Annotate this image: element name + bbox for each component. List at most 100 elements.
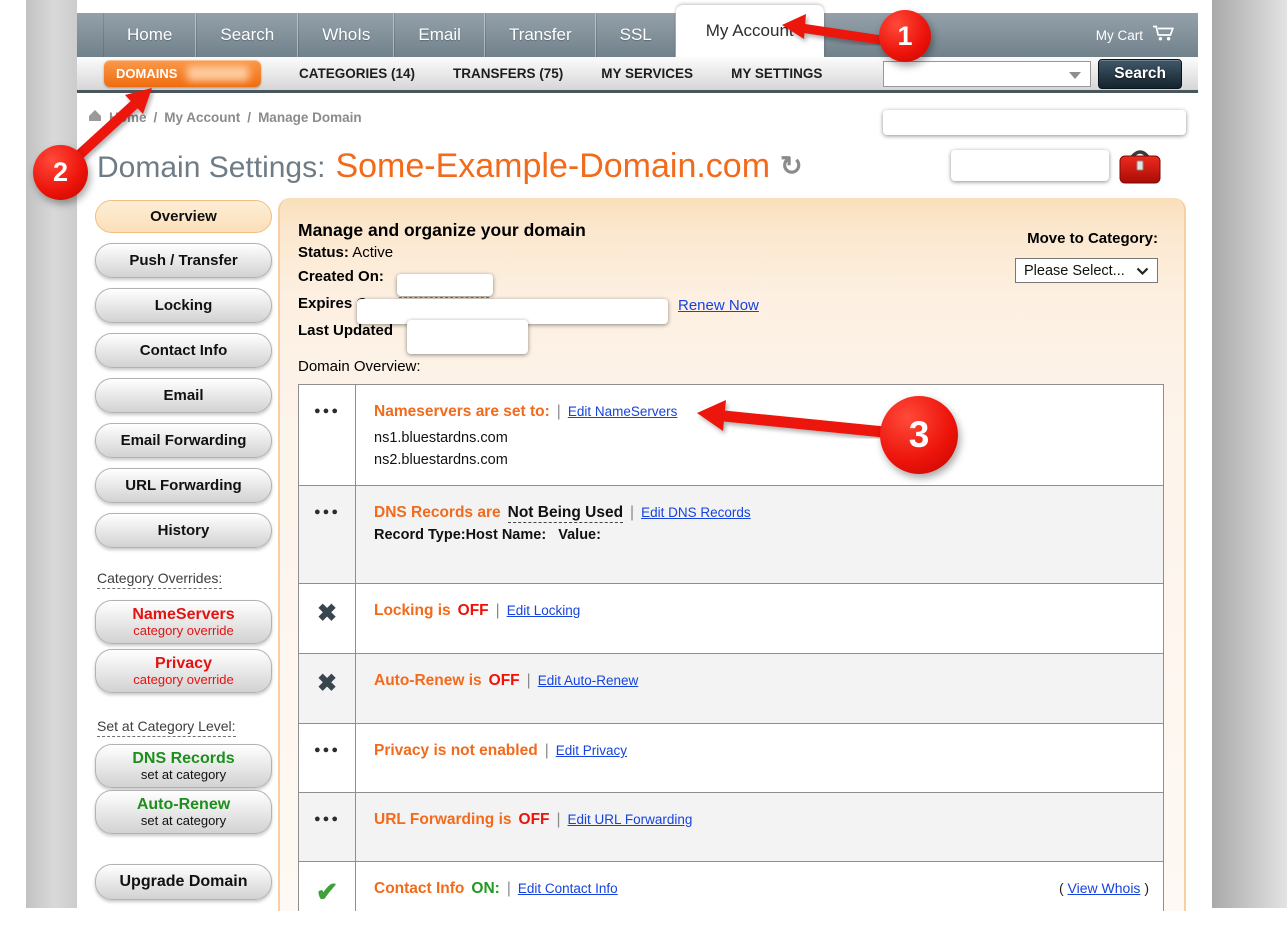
row-status-on: ON:	[471, 880, 499, 898]
subnav-item-domains[interactable]: DOMAINS	[104, 60, 261, 87]
dashed-underline	[399, 297, 489, 298]
nav-tab-search[interactable]: Search	[196, 13, 298, 57]
nameserver-value: ns2.bluestardns.com	[374, 450, 1149, 472]
row-title: Contact Info	[374, 880, 464, 898]
sidebar-item-contact-info[interactable]: Contact Info	[95, 333, 272, 368]
renew-now-link[interactable]: Renew Now	[678, 297, 759, 314]
separator: |	[557, 811, 561, 829]
sidebar-item-dns-records-category[interactable]: DNS Records set at category	[95, 744, 272, 788]
separator: |	[496, 602, 500, 620]
my-cart-button[interactable]: My Cart	[1096, 13, 1198, 57]
nav-tab-email[interactable]: Email	[394, 13, 485, 57]
sidebar: Overview Push / Transfer Locking Contact…	[95, 200, 272, 910]
select-chevron-down-icon	[1136, 263, 1149, 279]
table-row-locking: ✖ Locking is OFF | Edit Locking	[299, 584, 1163, 654]
override-subtitle: category override	[133, 673, 233, 687]
breadcrumb-separator: /	[154, 110, 158, 125]
nameserver-value: ns1.bluestardns.com	[374, 428, 1149, 450]
subnav-item-transfers[interactable]: TRANSFERS (75)	[453, 66, 563, 81]
edit-auto-renew-link[interactable]: Edit Auto-Renew	[538, 673, 639, 688]
domain-overview-table: ●●● Nameservers are set to: | Edit NameS…	[298, 384, 1164, 911]
page-right-margin	[1212, 0, 1287, 908]
annotation-circle-3: 3	[880, 396, 958, 474]
nav-tab-my-account[interactable]: My Account	[676, 5, 824, 57]
row-emphasis: Not Being Used	[508, 504, 623, 523]
sub-navigation: DOMAINS CATEGORIES (14) TRANSFERS (75) M…	[77, 57, 1198, 93]
category-select-value: Please Select...	[1024, 263, 1125, 279]
annotation-circle-1: 1	[879, 10, 931, 62]
sidebar-item-privacy-override[interactable]: Privacy category override	[95, 649, 272, 693]
override-subtitle: category override	[133, 624, 233, 638]
edit-privacy-link[interactable]: Edit Privacy	[556, 743, 627, 758]
table-row-contact-info: ✔ Contact Info ON: | Edit Contact Info (…	[299, 862, 1163, 911]
redacted-value	[951, 150, 1109, 181]
x-icon: ✖	[317, 604, 337, 653]
dots-icon: ●●●	[314, 506, 340, 583]
combobox-dropdown-arrow-icon[interactable]	[1069, 72, 1081, 79]
row-title: URL Forwarding is	[374, 811, 512, 829]
home-icon	[88, 109, 102, 125]
nav-tab-ssl[interactable]: SSL	[596, 13, 676, 57]
edit-nameservers-link[interactable]: Edit NameServers	[568, 404, 678, 419]
category-overrides-label: Category Overrides:	[97, 570, 222, 589]
page-title-prefix: Domain Settings:	[97, 151, 325, 185]
edit-contact-info-link[interactable]: Edit Contact Info	[518, 881, 618, 896]
nav-tab-whois[interactable]: WhoIs	[298, 13, 394, 57]
sidebar-item-locking[interactable]: Locking	[95, 288, 272, 323]
nav-tab-transfer[interactable]: Transfer	[485, 13, 596, 57]
move-to-category-label: Move to Category:	[1027, 230, 1158, 247]
view-whois-wrapper: ( View Whois )	[1059, 880, 1149, 896]
sidebar-item-auto-renew-category[interactable]: Auto-Renew set at category	[95, 790, 272, 834]
category-subtitle: set at category	[141, 814, 226, 828]
row-title: Locking is	[374, 602, 451, 620]
view-whois-link[interactable]: View Whois	[1068, 880, 1141, 896]
separator: |	[630, 504, 634, 522]
sidebar-item-nameservers-override[interactable]: NameServers category override	[95, 600, 272, 644]
subnav-item-categories[interactable]: CATEGORIES (14)	[299, 66, 415, 81]
created-line: Created On:	[298, 268, 384, 285]
breadcrumb: Home / My Account / Manage Domain	[88, 109, 362, 125]
sidebar-item-email[interactable]: Email	[95, 378, 272, 413]
dots-icon: ●●●	[314, 405, 340, 485]
page-title-domain: Some-Example-Domain.com	[335, 147, 770, 186]
created-label: Created On:	[298, 268, 384, 285]
status-line: Status: Active	[298, 244, 393, 261]
upgrade-domain-button[interactable]: Upgrade Domain	[95, 864, 272, 900]
domains-label: DOMAINS	[116, 66, 177, 81]
sidebar-item-email-forwarding[interactable]: Email Forwarding	[95, 423, 272, 458]
toolbox-icon[interactable]	[1117, 146, 1163, 191]
sidebar-item-history[interactable]: History	[95, 513, 272, 548]
sidebar-item-url-forwarding[interactable]: URL Forwarding	[95, 468, 272, 503]
row-status-off: OFF	[489, 672, 520, 690]
row-title: DNS Records are	[374, 504, 501, 522]
category-title: Auto-Renew	[137, 797, 230, 814]
updated-line: Last Updated	[298, 322, 393, 339]
subnav-item-my-services[interactable]: MY SERVICES	[601, 66, 693, 81]
subnav-item-my-settings[interactable]: MY SETTINGS	[731, 66, 822, 81]
table-row-url-forwarding: ●●● URL Forwarding is OFF | Edit URL For…	[299, 793, 1163, 862]
check-icon: ✔	[316, 882, 339, 911]
breadcrumb-manage-domain: Manage Domain	[258, 110, 362, 125]
edit-url-forwarding-link[interactable]: Edit URL Forwarding	[568, 812, 693, 827]
upgrade-domain-label: Upgrade Domain	[119, 873, 247, 891]
breadcrumb-my-account[interactable]: My Account	[164, 110, 240, 125]
sidebar-item-overview[interactable]: Overview	[95, 200, 272, 233]
category-title: DNS Records	[132, 751, 234, 768]
breadcrumb-home[interactable]: Home	[109, 110, 147, 125]
edit-dns-records-link[interactable]: Edit DNS Records	[641, 505, 751, 520]
edit-locking-link[interactable]: Edit Locking	[507, 603, 581, 618]
override-title: NameServers	[132, 607, 234, 624]
category-select[interactable]: Please Select...	[1015, 258, 1158, 283]
redacted-domains-count	[187, 66, 249, 81]
search-button[interactable]: Search	[1098, 59, 1182, 89]
sidebar-item-push-transfer[interactable]: Push / Transfer	[95, 243, 272, 278]
paren-open: (	[1059, 880, 1064, 896]
updated-label: Last Updated	[298, 322, 393, 339]
domain-search-combobox[interactable]	[883, 61, 1091, 87]
x-icon: ✖	[317, 674, 337, 723]
dns-record-columns: Record Type:Host Name: Value:	[374, 527, 1149, 543]
set-at-category-label: Set at Category Level:	[97, 718, 236, 737]
dots-icon: ●●●	[314, 813, 340, 861]
nav-tab-home[interactable]: Home	[103, 13, 196, 57]
refresh-icon[interactable]: ↻	[780, 151, 803, 182]
